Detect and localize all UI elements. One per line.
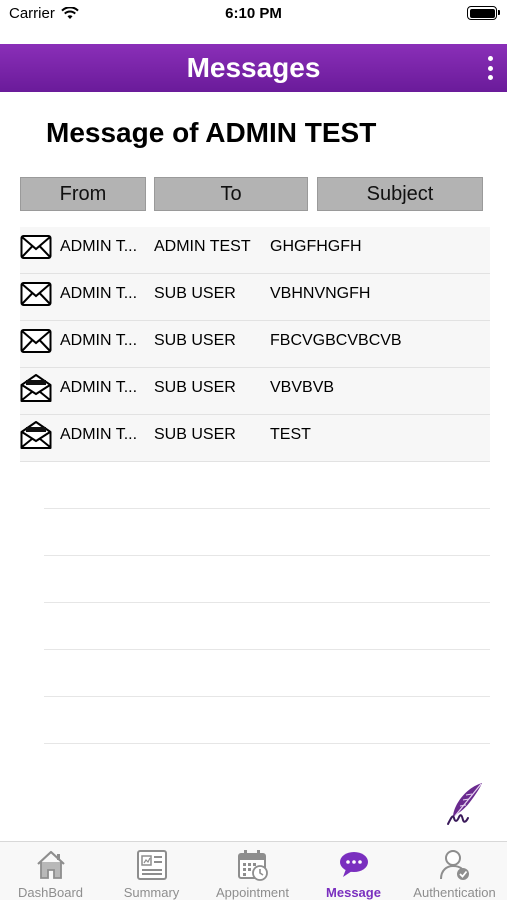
- message-from: ADMIN T...: [60, 426, 138, 443]
- battery-icon: [467, 6, 500, 20]
- tab-label: Appointment: [216, 885, 289, 900]
- envelope-closed-icon: [20, 329, 52, 353]
- tab-label: DashBoard: [17, 885, 84, 900]
- compose-quill-icon[interactable]: [444, 780, 486, 826]
- message-list: ADMIN T... ADMIN TEST GHGFHGFH ADMIN T..…: [20, 227, 490, 462]
- message-from: ADMIN T...: [60, 332, 138, 349]
- tab-bar: DashBoard Summary Appointment Message Au…: [0, 841, 507, 900]
- column-headers: From To Subject: [0, 177, 507, 211]
- message-to: ADMIN TEST: [154, 238, 251, 255]
- empty-list-area: [44, 508, 490, 790]
- tab-label: Message: [326, 885, 381, 900]
- header-title: Messages: [186, 52, 321, 83]
- message-from: ADMIN T...: [60, 238, 138, 255]
- message-to: SUB USER: [154, 379, 236, 396]
- message-from: ADMIN T...: [60, 379, 138, 396]
- envelope-open-icon: [20, 421, 52, 449]
- tab-summary[interactable]: Summary: [101, 842, 202, 900]
- message-subject: FBCVGBCVBCVB: [270, 332, 402, 349]
- tab-label: Authentication: [413, 885, 496, 900]
- message-row[interactable]: ADMIN T... SUB USER VBHNVNGFH: [20, 274, 490, 321]
- message-row[interactable]: ADMIN T... SUB USER TEST: [20, 415, 490, 462]
- message-row[interactable]: ADMIN T... ADMIN TEST GHGFHGFH: [20, 227, 490, 274]
- column-to-button[interactable]: To: [154, 177, 308, 211]
- message-from: ADMIN T...: [60, 285, 138, 302]
- nav-header: Messages: [0, 44, 507, 92]
- tab-label: Summary: [123, 885, 180, 900]
- envelope-closed-icon: [20, 235, 52, 259]
- home-icon: [36, 850, 65, 879]
- tab-dashboard[interactable]: DashBoard: [0, 842, 101, 900]
- calendar-icon: [237, 850, 268, 881]
- message-subject: VBHNVNGFH: [270, 285, 371, 302]
- status-bar: Carrier 6:10 PM: [0, 0, 507, 44]
- message-subject: TEST: [270, 426, 311, 443]
- column-subject-button[interactable]: Subject: [317, 177, 483, 211]
- envelope-open-icon: [20, 374, 52, 402]
- chat-icon: [339, 852, 368, 877]
- page-title: Message of ADMIN TEST: [46, 117, 377, 148]
- message-subject: GHGFHGFH: [270, 238, 362, 255]
- column-from-button[interactable]: From: [20, 177, 146, 211]
- summary-icon: [136, 850, 167, 880]
- user-check-icon: [439, 850, 469, 880]
- message-to: SUB USER: [154, 332, 236, 349]
- message-row[interactable]: ADMIN T... SUB USER VBVBVB: [20, 368, 490, 415]
- message-to: SUB USER: [154, 285, 236, 302]
- tab-authentication[interactable]: Authentication: [404, 842, 505, 900]
- message-to: SUB USER: [154, 426, 236, 443]
- tab-appointment[interactable]: Appointment: [202, 842, 303, 900]
- envelope-closed-icon: [20, 282, 52, 306]
- more-options-icon[interactable]: [483, 54, 497, 82]
- message-subject: VBVBVB: [270, 379, 335, 396]
- status-time: 6:10 PM: [225, 5, 282, 22]
- tab-message[interactable]: Message: [303, 842, 404, 900]
- message-row[interactable]: ADMIN T... SUB USER FBCVGBCVBCVB: [20, 321, 490, 368]
